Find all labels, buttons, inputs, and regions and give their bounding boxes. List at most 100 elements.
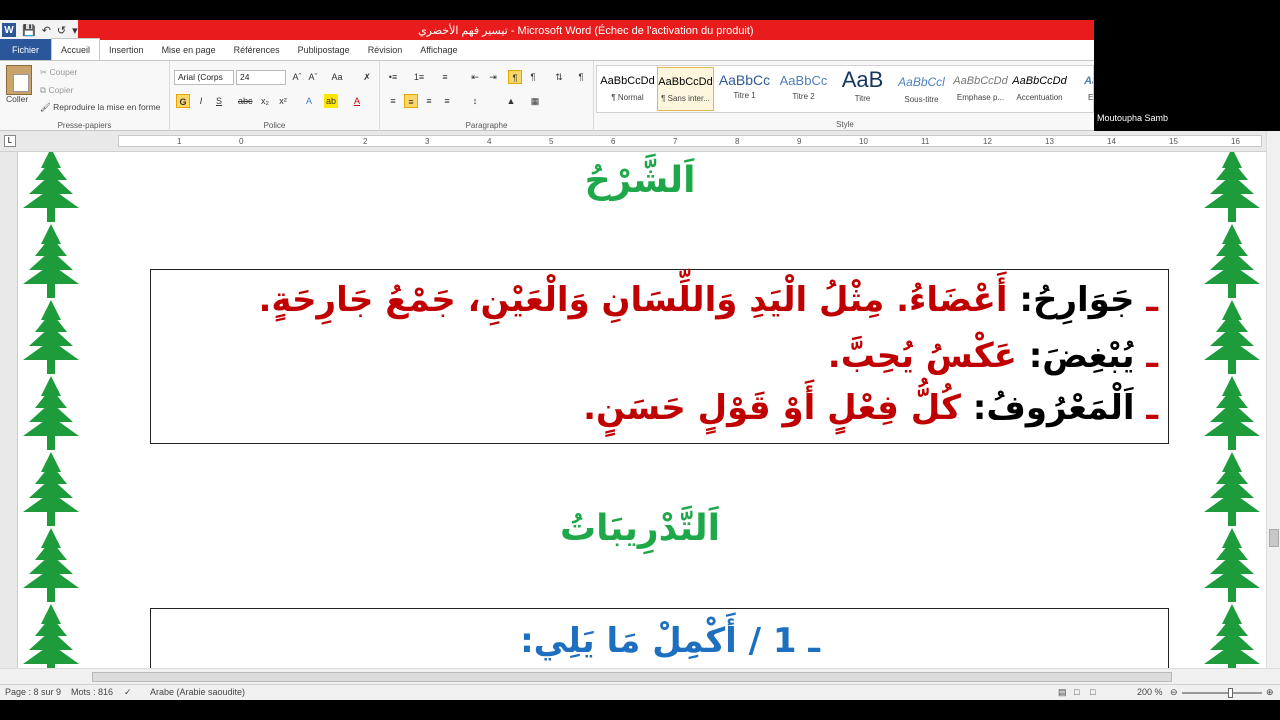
ltr-direction-icon[interactable]: ¶	[526, 70, 540, 84]
tab-revision[interactable]: Révision	[359, 39, 412, 60]
styles-gallery: AaBbCcDd ¶ Normal AaBbCcDd ¶ Sans inter...…	[596, 65, 1094, 113]
zoom-slider-knob[interactable]	[1228, 688, 1233, 698]
style-subtitle[interactable]: AaBbCcl Sous-titre	[893, 67, 950, 111]
justify-icon[interactable]: ≡	[440, 94, 454, 108]
show-formatting-icon[interactable]: ¶	[574, 70, 588, 84]
page-count[interactable]: Page : 8 sur 9	[5, 687, 61, 697]
tab-publipostage[interactable]: Publipostage	[289, 39, 359, 60]
align-center-icon[interactable]: ≡	[404, 94, 418, 108]
ruler-tick-label: 9	[797, 137, 802, 146]
ribbon-tabs: Fichier Accueil Insertion Mise en page R…	[0, 38, 1094, 61]
underline-icon[interactable]: S	[212, 94, 226, 108]
font-family-select[interactable]: Arial (Corps	[174, 70, 234, 85]
definition-text: أَعْضَاءُ. مِثْلُ الْيَدِ وَاللِّسَانِ و…	[258, 280, 1008, 320]
zoom-slider[interactable]	[1182, 692, 1262, 694]
align-right-icon[interactable]: ≡	[422, 94, 436, 108]
bullets-icon[interactable]: •≡	[386, 70, 400, 84]
borders-icon[interactable]: ▦	[528, 94, 542, 108]
format-painter-button[interactable]: 🖌 Reproduire la mise en forme	[40, 102, 160, 113]
tree-icon	[1204, 452, 1260, 526]
style-emphasis[interactable]: AaBbCcDd Accentuation	[1011, 67, 1068, 111]
style-normal[interactable]: AaBbCcDd ¶ Normal	[599, 67, 656, 111]
tab-mise-en-page[interactable]: Mise en page	[153, 39, 225, 60]
style-title-1[interactable]: AaBbCc Titre 1	[716, 67, 773, 111]
numbering-icon[interactable]: 1≡	[412, 70, 426, 84]
rtl-direction-icon[interactable]: ¶	[508, 70, 522, 84]
tree-icon	[1204, 528, 1260, 602]
web-layout-icon[interactable]: □	[1090, 687, 1095, 697]
italic-icon[interactable]: I	[194, 94, 208, 108]
increase-indent-icon[interactable]: ⇥	[486, 70, 500, 84]
tree-icon	[23, 152, 79, 222]
text-effects-icon[interactable]: A	[302, 94, 316, 108]
paragraph-group-label: Paragraphe	[465, 121, 508, 130]
style-intense-emphasis[interactable]: AaBb Emph	[1070, 67, 1093, 111]
shading-icon[interactable]: ▲	[504, 94, 518, 108]
style-name: Sous-titre	[904, 95, 939, 104]
print-layout-icon[interactable]: ▤	[1058, 687, 1067, 698]
ruler-tick-label: 8	[735, 137, 740, 146]
zoom-in-icon[interactable]: ⊕	[1266, 687, 1274, 698]
line-spacing-icon[interactable]: ↕	[468, 94, 482, 108]
horizontal-scroll-thumb[interactable]	[92, 672, 1172, 682]
horizontal-scrollbar[interactable]	[0, 668, 1280, 684]
strikethrough-icon[interactable]: abc	[238, 94, 253, 108]
style-subtle-emphasis[interactable]: AaBbCcDd Emphase p...	[952, 67, 1009, 111]
cut-button[interactable]: ✂ Couper	[40, 67, 77, 78]
highlight-icon[interactable]: ab	[324, 94, 338, 108]
font-size-select[interactable]: 24	[236, 70, 286, 85]
tab-accueil[interactable]: Accueil	[51, 38, 101, 60]
copy-button[interactable]: ⧉ Copier	[40, 85, 73, 96]
paste-icon[interactable]	[6, 65, 32, 95]
full-screen-icon[interactable]: □	[1074, 687, 1079, 697]
tab-affichage[interactable]: Affichage	[411, 39, 466, 60]
sort-icon[interactable]: ⇅	[552, 70, 566, 84]
vertical-scrollbar[interactable]	[1266, 131, 1280, 668]
word-count[interactable]: Mots : 816	[71, 687, 113, 697]
bold-icon[interactable]: G	[176, 94, 190, 108]
redo-icon[interactable]: ↺	[57, 24, 66, 37]
document-page[interactable]: اَلشَّرْحُ ـ جَوَارِحُ: أَعْضَاءُ. مِثْل…	[0, 152, 1266, 668]
dash: ـ	[1146, 280, 1158, 320]
bottom-letterbox	[0, 700, 1280, 720]
proofing-icon[interactable]: ✓	[124, 687, 132, 698]
paste-button[interactable]: Coller	[6, 94, 28, 104]
status-bar: Page : 8 sur 9 Mots : 816 ✓ Arabe (Arabi…	[0, 684, 1280, 700]
vertical-scroll-thumb[interactable]	[1269, 529, 1279, 547]
superscript-icon[interactable]: x²	[276, 94, 290, 108]
tree-icon	[1204, 300, 1260, 374]
tree-icon	[23, 224, 79, 298]
style-title[interactable]: AaB Titre	[834, 67, 891, 111]
language-indicator[interactable]: Arabe (Arabie saoudite)	[150, 687, 245, 697]
subscript-icon[interactable]: x₂	[258, 94, 272, 108]
shrink-font-icon[interactable]: Aˇ	[306, 70, 320, 84]
clear-format-icon[interactable]: ✗	[360, 70, 374, 84]
dash: ـ	[1146, 388, 1158, 428]
ruler-tick-label: 13	[1045, 137, 1054, 146]
zoom-out-icon[interactable]: ⊖	[1170, 687, 1178, 698]
definition-text: عَكْسُ يُحِبَّ.	[827, 336, 1017, 376]
ruler-track[interactable]: 1 0 2 3 4 5 6 7 8 9 10 11 12 13 14 15 16	[118, 135, 1262, 147]
tree-icon	[1204, 224, 1260, 298]
heading-exercises: اَلتَّدْرِيبَاتُ	[560, 508, 720, 549]
tab-fichier[interactable]: Fichier	[0, 39, 52, 60]
style-title-2[interactable]: AaBbCc Titre 2	[775, 67, 832, 111]
definition-term: اَلْمَعْرُوفُ:	[972, 388, 1135, 428]
zoom-level[interactable]: 200 %	[1137, 687, 1163, 697]
change-case-icon[interactable]: Aa	[330, 70, 344, 84]
top-letterbox	[0, 0, 1280, 20]
style-no-spacing[interactable]: AaBbCcDd ¶ Sans inter...	[657, 67, 714, 111]
tab-references[interactable]: Références	[225, 39, 289, 60]
word-app-icon[interactable]: W	[2, 23, 16, 37]
paragraph-group: •≡ 1≡ ≡ ⇤ ⇥ ¶ ¶ ⇅ ¶ ≡ ≡ ≡ ≡ ↕ ▲ ▦ Paragr…	[380, 61, 594, 131]
multilevel-list-icon[interactable]: ≡	[438, 70, 452, 84]
save-icon[interactable]: 💾	[22, 24, 36, 37]
tab-insertion[interactable]: Insertion	[100, 39, 153, 60]
decrease-indent-icon[interactable]: ⇤	[468, 70, 482, 84]
font-color-icon[interactable]: A	[350, 94, 364, 108]
tab-selector-icon[interactable]: L	[4, 135, 16, 147]
grow-font-icon[interactable]: Aˆ	[290, 70, 304, 84]
align-left-icon[interactable]: ≡	[386, 94, 400, 108]
undo-icon[interactable]: ↶	[42, 24, 51, 37]
ruler-tick-label: 11	[921, 137, 930, 146]
